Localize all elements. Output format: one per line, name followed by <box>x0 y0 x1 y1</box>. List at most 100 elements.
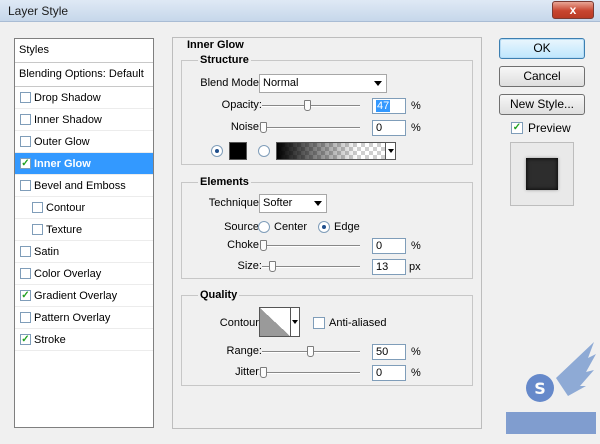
noise-unit: % <box>411 122 421 134</box>
size-slider-thumb[interactable] <box>269 261 276 272</box>
quality-title: Quality <box>198 289 240 301</box>
choke-slider[interactable] <box>260 240 360 251</box>
blending-options-item[interactable]: Blending Options: Default <box>15 63 153 87</box>
technique-label: Technique: <box>208 197 262 209</box>
style-item-label: Outer Glow <box>34 136 90 148</box>
inner-glow-checkbox[interactable]: ✓ <box>20 158 31 169</box>
contour-checkbox[interactable] <box>32 202 43 213</box>
blend-mode-select[interactable]: Normal <box>259 74 387 93</box>
source-label: Source: <box>224 221 262 233</box>
ok-button[interactable]: OK <box>499 38 585 59</box>
technique-value: Softer <box>263 197 293 209</box>
choke-label: Choke: <box>227 239 262 251</box>
elements-group: Elements Technique: Softer Source: Cente… <box>181 176 473 279</box>
pattern-overlay-checkbox[interactable] <box>20 312 31 323</box>
size-input[interactable]: 13 <box>372 259 406 275</box>
color-overlay-checkbox[interactable] <box>20 268 31 279</box>
glow-gradient-picker[interactable] <box>276 142 386 160</box>
blend-mode-value: Normal <box>263 77 299 89</box>
contour-dropdown-button[interactable] <box>290 307 300 337</box>
range-slider-thumb[interactable] <box>307 346 314 357</box>
style-item-color-overlay[interactable]: Color Overlay <box>15 263 153 285</box>
style-item-gradient-overlay[interactable]: ✓ Gradient Overlay <box>15 285 153 307</box>
structure-group: Structure Blend Mode: Normal Opacity: 47… <box>181 54 473 165</box>
choke-input[interactable]: 0 <box>372 238 406 254</box>
size-unit: px <box>409 261 421 273</box>
source-edge-radio[interactable] <box>318 221 330 233</box>
style-item-stroke[interactable]: ✓ Stroke <box>15 329 153 351</box>
stroke-checkbox[interactable]: ✓ <box>20 334 31 345</box>
style-item-bevel-and-emboss[interactable]: Bevel and Emboss <box>15 175 153 197</box>
style-item-label: Color Overlay <box>34 268 102 280</box>
gradient-overlay-checkbox[interactable]: ✓ <box>20 290 31 301</box>
size-slider[interactable] <box>262 261 360 272</box>
choke-slider-thumb[interactable] <box>260 240 267 251</box>
jitter-slider[interactable] <box>260 367 360 378</box>
cancel-button[interactable]: Cancel <box>499 66 585 87</box>
range-unit: % <box>411 346 421 358</box>
range-input[interactable]: 50 <box>372 344 406 360</box>
opacity-unit: % <box>411 100 421 112</box>
gradient-dropdown-button[interactable] <box>385 142 396 160</box>
color-radio[interactable] <box>211 145 223 157</box>
jitter-slider-thumb[interactable] <box>260 367 267 378</box>
opacity-slider[interactable] <box>262 100 360 111</box>
range-label: Range: <box>226 345 262 357</box>
inner-glow-panel: Inner Glow Structure Blend Mode: Normal … <box>172 37 482 429</box>
drop-shadow-checkbox[interactable] <box>20 92 31 103</box>
anti-aliased-label: Anti-aliased <box>329 317 387 329</box>
outer-glow-checkbox[interactable] <box>20 136 31 147</box>
chevron-down-icon <box>374 81 382 86</box>
inner-shadow-checkbox[interactable] <box>20 114 31 125</box>
style-item-label: Texture <box>46 224 83 236</box>
style-item-contour[interactable]: Contour <box>15 197 153 219</box>
source-center-radio[interactable] <box>258 221 270 233</box>
chevron-down-icon <box>314 201 322 206</box>
styles-header[interactable]: Styles <box>15 39 153 63</box>
style-list: Drop Shadow Inner Shadow Outer Glow ✓ Inner … <box>15 87 153 351</box>
style-item-label: Contour <box>46 202 86 214</box>
style-item-texture[interactable]: Texture <box>15 219 153 241</box>
style-item-label: Stroke <box>34 334 66 346</box>
preview-swatch <box>526 158 558 190</box>
noise-slider[interactable] <box>260 122 360 133</box>
gradient-radio[interactable] <box>258 145 270 157</box>
opacity-slider-thumb[interactable] <box>304 100 311 111</box>
choke-unit: % <box>411 240 421 252</box>
style-item-label: Bevel and Emboss <box>34 180 126 192</box>
new-style-button[interactable]: New Style... <box>499 94 585 115</box>
source-edge-label: Edge <box>334 221 360 233</box>
technique-select[interactable]: Softer <box>259 194 327 213</box>
style-item-pattern-overlay[interactable]: Pattern Overlay <box>15 307 153 329</box>
anti-aliased-checkbox[interactable] <box>313 317 325 329</box>
style-item-outer-glow[interactable]: Outer Glow <box>15 131 153 153</box>
style-item-inner-shadow[interactable]: Inner Shadow <box>15 109 153 131</box>
structure-title: Structure <box>198 54 251 66</box>
svg-text:S: S <box>534 379 546 398</box>
noise-slider-thumb[interactable] <box>260 122 267 133</box>
opacity-input[interactable]: 47 <box>372 98 406 114</box>
contour-picker[interactable] <box>259 307 291 337</box>
preview-thumbnail <box>510 142 574 206</box>
styles-panel: Styles Blending Options: Default Drop Sh… <box>14 38 154 428</box>
size-label: Size: <box>237 260 262 272</box>
noise-label: Noise: <box>230 121 262 133</box>
noise-input[interactable]: 0 <box>372 120 406 136</box>
close-button[interactable]: x <box>552 1 594 19</box>
preview-checkbox[interactable]: ✓ <box>511 122 523 134</box>
glow-color-swatch[interactable] <box>229 142 247 160</box>
range-slider[interactable] <box>262 346 360 357</box>
style-item-drop-shadow[interactable]: Drop Shadow <box>15 87 153 109</box>
style-item-inner-glow[interactable]: ✓ Inner Glow <box>15 153 153 175</box>
style-item-label: Satin <box>34 246 60 258</box>
jitter-input[interactable]: 0 <box>372 365 406 381</box>
style-item-satin[interactable]: Satin <box>15 241 153 263</box>
jitter-label: Jitter: <box>235 366 262 378</box>
window-title: Layer Style <box>8 4 69 18</box>
bevel-and-emboss-checkbox[interactable] <box>20 180 31 191</box>
texture-checkbox[interactable] <box>32 224 43 235</box>
style-item-label: Drop Shadow <box>34 92 101 104</box>
section-title: Inner Glow <box>187 39 244 51</box>
elements-title: Elements <box>198 176 251 188</box>
satin-checkbox[interactable] <box>20 246 31 257</box>
